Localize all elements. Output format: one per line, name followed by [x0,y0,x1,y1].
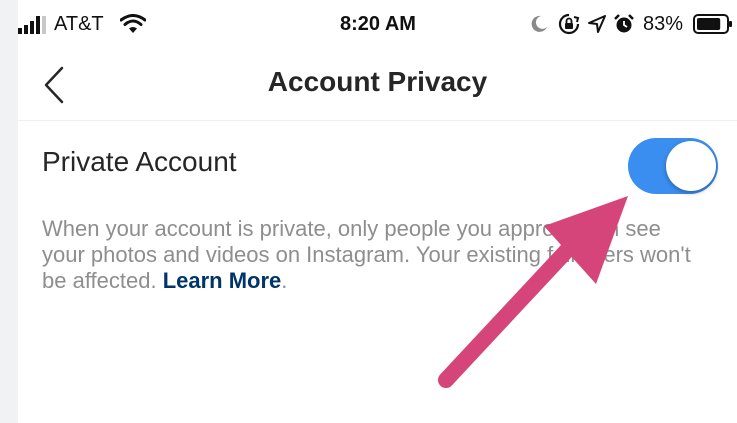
navigation-bar: Account Privacy [18,50,737,121]
moon-icon [531,15,547,32]
background-strip [0,0,18,423]
rotation-lock-icon [558,13,580,35]
private-account-label: Private Account [42,146,237,177]
toggle-knob [666,141,716,191]
location-icon [588,15,606,33]
status-bar: AT&T 8:20 AM 83% [18,0,737,51]
private-account-row: Private Account [18,121,737,211]
private-account-toggle[interactable] [628,138,718,194]
carrier-name: AT&T [54,13,104,35]
battery-icon [693,14,732,34]
description-text: When your account is private, only peopl… [42,216,691,293]
privacy-description: When your account is private, only peopl… [42,216,702,294]
signal-icon [18,16,46,34]
description-period: . [281,268,288,293]
learn-more-link[interactable]: Learn More [163,268,282,293]
alarm-icon [614,14,634,33]
page-title: Account Privacy [267,66,488,97]
battery-percent: 83% [643,13,684,35]
status-time: 8:20 AM [340,13,416,35]
phone-screen: AT&T 8:20 AM 83% Account Privacy Private… [18,0,737,423]
wifi-icon [120,14,146,33]
